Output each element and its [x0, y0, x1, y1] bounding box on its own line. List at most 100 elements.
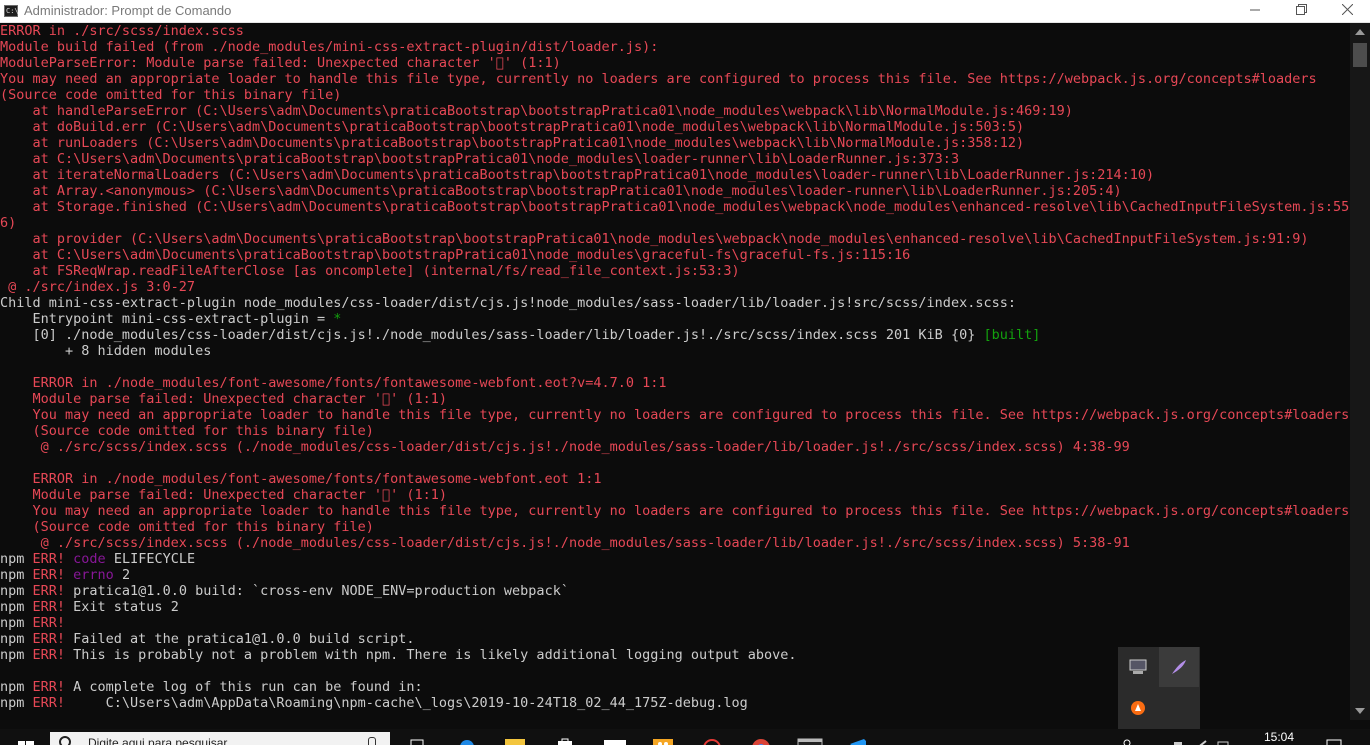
console-line: at runLoaders (C:\Users\adm\Documents\pr… — [0, 135, 1025, 151]
console-output[interactable]: ERROR in ./src/scss/index.scss Module bui… — [0, 23, 1350, 720]
console-line: (Source code omitted for this binary fil… — [0, 423, 374, 439]
search-icon — [59, 736, 71, 745]
console-line: @ ./src/scss/index.scss (./node_modules/… — [0, 439, 1130, 455]
taskbar: Digite aqui para pesquisar 15:04 — [0, 729, 1370, 745]
console-line: npm ERR! This is probably not a problem … — [0, 647, 797, 663]
console-text: @ ./src/scss/index.scss (./node_modules/… — [0, 535, 1130, 551]
close-button[interactable] — [1324, 0, 1370, 22]
console-text: (Source code omitted for this binary fil… — [0, 87, 342, 103]
minimize-button[interactable] — [1232, 0, 1278, 22]
chrome-icon[interactable] — [750, 734, 772, 745]
feather-icon[interactable] — [1159, 647, 1199, 687]
console-line: at C:\Users\adm\Documents\praticaBootstr… — [0, 247, 911, 263]
tray-overflow-popup — [1118, 647, 1200, 729]
console-text: ERROR in ./node_modules/font-awesome/fon… — [0, 471, 602, 487]
console-line: at iterateNormalLoaders (C:\Users\adm\Do… — [0, 167, 1155, 183]
console-text: You may need an appropriate loader to ha… — [0, 407, 1350, 423]
avast-icon[interactable] — [1118, 688, 1158, 728]
console-text: at runLoaders (C:\Users\adm\Documents\pr… — [0, 135, 1025, 151]
console-text: npm — [0, 583, 33, 599]
console-line: Entrypoint mini-css-extract-plugin = * — [0, 311, 342, 327]
console-text: A complete log of this run can be found … — [65, 679, 423, 695]
monitor-icon[interactable] — [1118, 647, 1158, 687]
console-text: pratica1@1.0.0 build: `cross-env NODE_EN… — [65, 583, 569, 599]
folder-icon[interactable] — [504, 734, 526, 745]
restore-button[interactable] — [1278, 0, 1324, 22]
vertical-scrollbar[interactable] — [1350, 23, 1370, 720]
notifications-icon[interactable] — [1326, 734, 1342, 745]
console-text: ERR! — [32, 695, 66, 711]
console-text: at FSReqWrap.readFileAfterClose [as onco… — [0, 263, 740, 279]
console-text: ERR! — [32, 583, 66, 599]
console-text: ELIFECYCLE — [105, 551, 196, 567]
user-tray-icon[interactable] — [1120, 734, 1134, 745]
console-line: You may need an appropriate loader to ha… — [0, 71, 1317, 87]
scroll-down-icon[interactable] — [1355, 708, 1365, 714]
minimize-icon — [1250, 9, 1260, 11]
console-text: at doBuild.err (C:\Users\adm\Documents\p… — [0, 119, 1025, 135]
console-text: [0] ./node_modules/css-loader/dist/cjs.j… — [0, 327, 984, 343]
console-text: errno — [73, 567, 114, 583]
console-line: npm ERR! code ELIFECYCLE — [0, 551, 195, 567]
console-text: npm — [0, 599, 33, 615]
windows-start-icon[interactable] — [18, 734, 34, 745]
console-text: This is probably not a problem with npm.… — [65, 647, 797, 663]
console-text: [built] — [983, 327, 1041, 343]
terminal-taskbar-icon[interactable] — [797, 734, 823, 745]
console-text: 2 — [113, 567, 131, 583]
microphone-icon[interactable] — [368, 737, 376, 745]
console-line: at doBuild.err (C:\Users\adm\Documents\p… — [0, 119, 1025, 135]
mail-icon[interactable] — [603, 734, 627, 745]
console-line: Module build failed (from ./node_modules… — [0, 39, 658, 55]
console-text: npm — [0, 631, 33, 647]
console-line: You may need an appropriate loader to ha… — [0, 407, 1350, 423]
console-text: * — [333, 311, 342, 327]
record-icon[interactable] — [702, 734, 722, 745]
console-line: ERROR in ./node_modules/font-awesome/fon… — [0, 471, 602, 487]
console-text: at Array.<anonymous> (C:\Users\adm\Docum… — [0, 183, 1122, 199]
console-line: ModuleParseError: Module parse failed: U… — [0, 55, 561, 71]
mascot-icon[interactable] — [652, 734, 674, 745]
console-text: ERROR in ./src/scss/index.scss — [0, 23, 244, 39]
console-text: ERR! — [32, 679, 66, 695]
console-text: ERR! — [32, 615, 66, 631]
console-text: at handleParseError (C:\Users\adm\Docume… — [0, 103, 1073, 119]
console-line: npm ERR! — [0, 615, 65, 631]
console-text: ERR! — [32, 551, 66, 567]
console-line: Child mini-css-extract-plugin node_modul… — [0, 295, 1016, 311]
store-icon[interactable] — [556, 734, 574, 745]
console-line: at Array.<anonymous> (C:\Users\adm\Docum… — [0, 183, 1122, 199]
console-line: at FSReqWrap.readFileAfterClose [as onco… — [0, 263, 740, 279]
edge-icon[interactable] — [458, 734, 476, 745]
console-line: at provider (C:\Users\adm\Documents\prat… — [0, 231, 1309, 247]
console-text: at provider (C:\Users\adm\Documents\prat… — [0, 231, 1309, 247]
console-line: @ ./src/scss/index.scss (./node_modules/… — [0, 535, 1130, 551]
console-text: at C:\Users\adm\Documents\praticaBootstr… — [0, 151, 960, 167]
window-title: Administrador: Prompt de Comando — [24, 3, 232, 18]
console-text: You may need an appropriate loader to ha… — [0, 503, 1350, 519]
close-icon — [1341, 3, 1353, 16]
terminal-icon: C:\ — [4, 5, 19, 17]
task-view-icon[interactable] — [410, 734, 426, 745]
taskbar-clock[interactable]: 15:04 — [1264, 730, 1294, 744]
console-text: Module parse failed: Unexpected characte… — [0, 391, 448, 407]
console-line: at Storage.finished (C:\Users\adm\Docume… — [0, 199, 1351, 215]
console-text: ERR! — [32, 567, 66, 583]
console-line: npm ERR! Exit status 2 — [0, 599, 179, 615]
console-line: [0] ./node_modules/css-loader/dist/cjs.j… — [0, 327, 1041, 343]
console-text: ERR! — [32, 647, 66, 663]
vscode-icon[interactable] — [846, 734, 870, 745]
console-text: Module build failed (from ./node_modules… — [0, 39, 659, 55]
console-text: Child mini-css-extract-plugin node_modul… — [0, 295, 1016, 311]
console-text: npm — [0, 615, 33, 631]
scroll-thumb[interactable] — [1353, 43, 1367, 67]
console-line: npm ERR! C:\Users\adm\AppData\Roaming\np… — [0, 695, 748, 711]
tray-status-icons[interactable] — [1172, 734, 1232, 745]
taskbar-search-box[interactable]: Digite aqui para pesquisar — [50, 732, 390, 745]
console-text: at C:\Users\adm\Documents\praticaBootstr… — [0, 247, 911, 263]
console-text: ERR! — [32, 631, 66, 647]
scroll-up-icon[interactable] — [1355, 29, 1365, 35]
console-line: npm ERR! errno 2 — [0, 567, 130, 583]
console-text: npm — [0, 695, 33, 711]
